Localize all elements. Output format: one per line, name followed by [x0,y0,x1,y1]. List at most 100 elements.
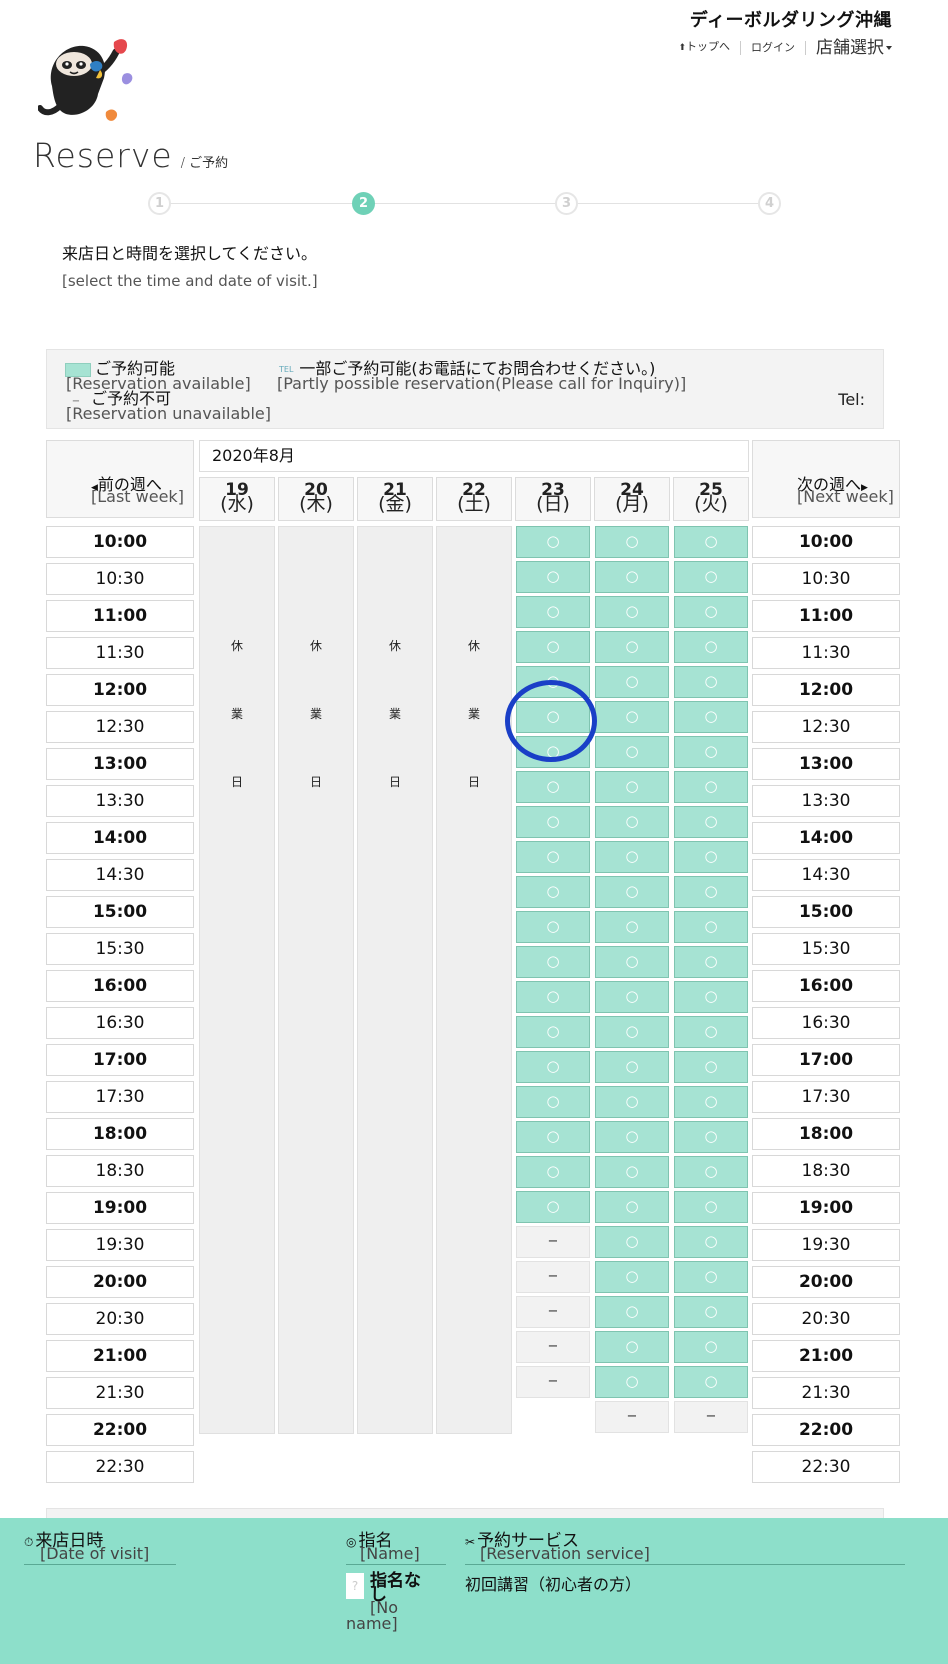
slot-available-button[interactable]: ○ [595,1331,669,1363]
slot-available-button[interactable]: ○ [516,701,590,733]
day-header-23: 23 (日) [515,477,591,521]
slot-available-button[interactable]: ○ [595,911,669,943]
slot-available-button[interactable]: ○ [674,526,748,558]
slot-available-button[interactable]: ○ [595,1261,669,1293]
slot-available-button[interactable]: ○ [674,1296,748,1328]
slot-available-button[interactable]: ○ [595,1296,669,1328]
slot-available-button[interactable]: ○ [674,981,748,1013]
slot-available-button[interactable]: ○ [595,1016,669,1048]
slot-available-button[interactable]: ○ [674,666,748,698]
next-week-button[interactable]: 次の週へ▶ [Next week] [752,440,900,518]
shop-select-dropdown[interactable]: 店舗選択 [805,39,892,56]
time-label-right: 15:30 [752,933,900,965]
day-weekday: (日) [536,493,570,515]
slot-available-button[interactable]: ○ [674,1226,748,1258]
slot-available-button[interactable]: ○ [674,1121,748,1153]
step-4: 4 [758,192,781,215]
slot-available-button[interactable]: ○ [674,736,748,768]
time-label-right: 22:00 [752,1414,900,1446]
no-name-avatar[interactable]: ? [346,1573,364,1599]
slot-available-button[interactable]: ○ [674,911,748,943]
caret-down-icon [886,45,892,50]
slot-available-button[interactable]: ○ [595,1086,669,1118]
closed-char: 業 [467,707,480,721]
slot-available-button[interactable]: ○ [595,1051,669,1083]
slot-available-button[interactable]: ○ [516,666,590,698]
slot-available-button[interactable]: ○ [516,736,590,768]
slot-available-button[interactable]: ○ [595,1121,669,1153]
slot-available-button[interactable]: ○ [516,1051,590,1083]
slot-available-button[interactable]: ○ [595,1156,669,1188]
time-label-right: 17:00 [752,1044,900,1076]
slot-available-button[interactable]: ○ [595,1191,669,1223]
slot-available-button[interactable]: ○ [595,771,669,803]
slot-available-button[interactable]: ○ [674,561,748,593]
slot-available-button[interactable]: ○ [674,1016,748,1048]
slot-available-button[interactable]: ○ [674,1366,748,1398]
closed-day-column-21: 休 業 日 [357,526,433,1434]
home-link[interactable]: ⬆トップへ [668,40,740,55]
slot-available-button[interactable]: ○ [674,596,748,628]
slot-available-button[interactable]: ○ [674,771,748,803]
slot-available-button[interactable]: ○ [516,1016,590,1048]
slot-available-button[interactable]: ○ [674,1331,748,1363]
slot-available-button[interactable]: ○ [516,806,590,838]
slot-available-button[interactable]: ○ [674,1191,748,1223]
slot-available-button[interactable]: ○ [516,1191,590,1223]
slot-available-button[interactable]: ○ [595,596,669,628]
time-label-right: 12:00 [752,674,900,706]
slot-available-button[interactable]: ○ [674,876,748,908]
slot-available-button[interactable]: ○ [595,1366,669,1398]
step-1: 1 [148,192,171,215]
day-header-19: 19 (水) [199,477,275,521]
slot-available-button[interactable]: ○ [595,981,669,1013]
slot-available-button[interactable]: ○ [516,771,590,803]
slot-available-button[interactable]: ○ [516,561,590,593]
slot-available-button[interactable]: ○ [595,806,669,838]
slot-available-button[interactable]: ○ [674,946,748,978]
time-label-left: 12:30 [46,711,194,743]
slot-available-button[interactable]: ○ [595,701,669,733]
slot-available-button[interactable]: ○ [595,946,669,978]
slot-available-button[interactable]: ○ [595,736,669,768]
home-icon: ⬆ [678,43,686,53]
slot-available-button[interactable]: ○ [674,1086,748,1118]
slot-available-button[interactable]: ○ [516,841,590,873]
time-label-right: 17:30 [752,1081,900,1113]
slot-available-button[interactable]: ○ [516,596,590,628]
steps-progress-line [160,203,770,204]
slot-available-button[interactable]: ○ [595,876,669,908]
slot-available-button[interactable]: ○ [516,876,590,908]
time-label-left: 21:00 [46,1340,194,1372]
time-label-left: 19:00 [46,1192,194,1224]
slot-available-button[interactable]: ○ [516,1121,590,1153]
slot-available-button[interactable]: ○ [674,1156,748,1188]
slot-available-button[interactable]: ○ [516,1086,590,1118]
slot-available-button[interactable]: ○ [595,841,669,873]
slot-available-button[interactable]: ○ [595,526,669,558]
slot-available-button[interactable]: ○ [516,981,590,1013]
time-label-right: 20:30 [752,1303,900,1335]
slot-available-button[interactable]: ○ [674,631,748,663]
sloth-logo[interactable] [38,34,148,126]
slot-available-button[interactable]: ○ [516,946,590,978]
slot-available-button[interactable]: ○ [674,806,748,838]
slot-available-button[interactable]: ○ [516,1156,590,1188]
login-link[interactable]: ログイン [740,40,805,55]
slot-available-button[interactable]: ○ [595,1226,669,1258]
slot-available-button[interactable]: ○ [516,631,590,663]
slot-available-button[interactable]: ○ [595,631,669,663]
prev-week-button[interactable]: ◀前の週へ [Last week] [46,440,194,518]
slot-available-button[interactable]: ○ [674,1261,748,1293]
no-name-en: [No name] [346,1598,398,1633]
slot-available-button[interactable]: ○ [674,1051,748,1083]
clock-icon: ⏱ [24,1535,34,1549]
slot-available-button[interactable]: ○ [674,701,748,733]
time-label-right: 10:30 [752,563,900,595]
slot-available-button[interactable]: ○ [516,526,590,558]
slot-available-button[interactable]: ○ [595,666,669,698]
time-label-left: 10:30 [46,563,194,595]
slot-available-button[interactable]: ○ [595,561,669,593]
slot-available-button[interactable]: ○ [516,911,590,943]
slot-available-button[interactable]: ○ [674,841,748,873]
